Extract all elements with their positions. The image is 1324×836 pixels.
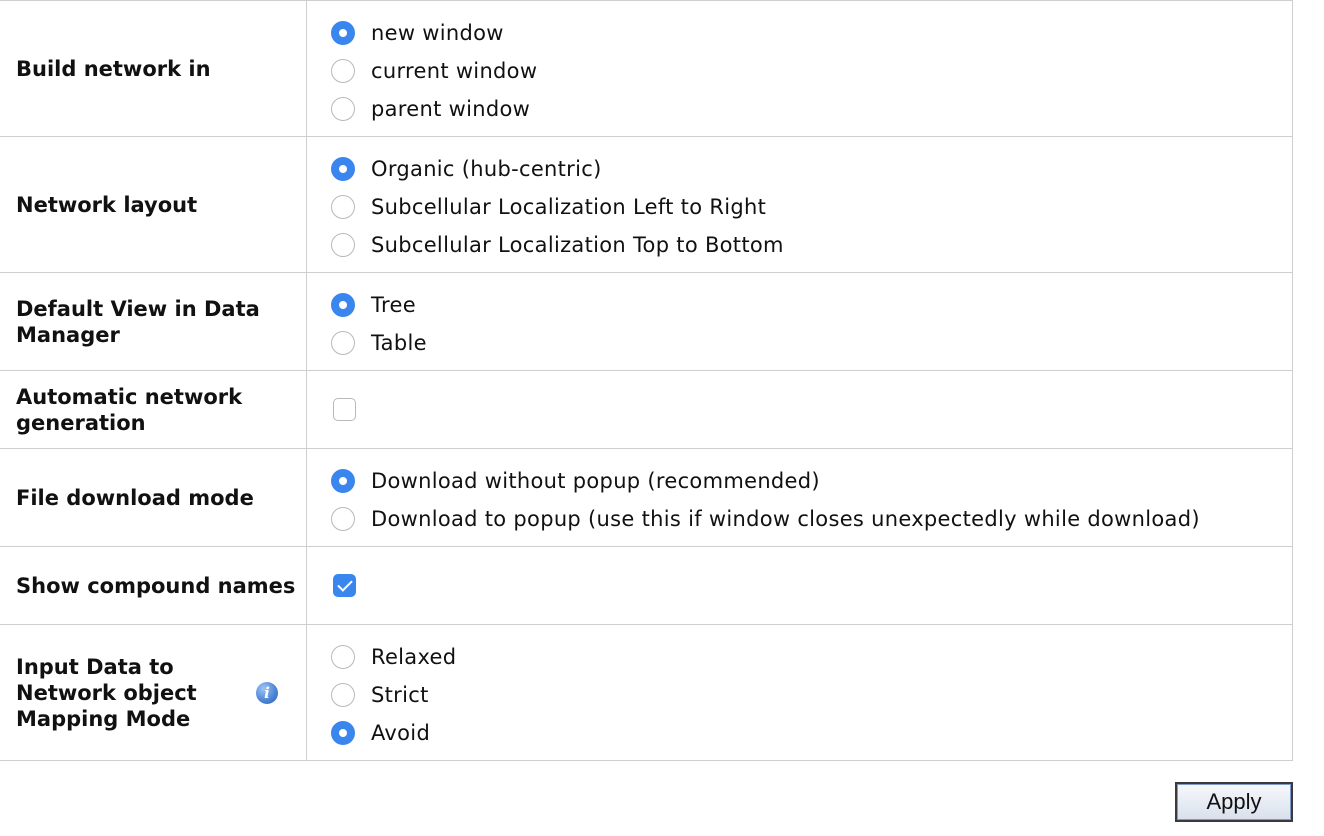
radio-organic[interactable] — [331, 156, 355, 181]
radio-current-window[interactable] — [331, 58, 355, 83]
mapping-mode-label: Input Data to Network object Mapping Mod… — [16, 654, 197, 731]
radio-new-window[interactable] — [331, 20, 355, 45]
option-avoid[interactable]: Avoid — [331, 714, 1292, 752]
build-network-in-options: new window current window parent window — [306, 0, 1293, 137]
apply-button[interactable]: Apply — [1175, 782, 1293, 822]
option-subcellular-top-bottom-label: Subcellular Localization Top to Bottom — [371, 232, 784, 257]
automatic-network-generation-label: Automatic network generation — [0, 370, 307, 449]
radio-download-to-popup[interactable] — [331, 506, 355, 531]
row-automatic-network-generation: Automatic network generation — [0, 370, 1293, 449]
option-table[interactable]: Table — [331, 324, 1292, 362]
option-table-label: Table — [371, 330, 427, 355]
option-new-window[interactable]: new window — [331, 14, 1292, 52]
row-network-layout: Network layout Organic (hub-centric) Sub… — [0, 136, 1293, 273]
row-file-download-mode: File download mode Download without popu… — [0, 448, 1293, 547]
option-tree[interactable]: Tree — [331, 286, 1292, 324]
row-mapping-mode: Input Data to Network object Mapping Mod… — [0, 624, 1293, 761]
show-compound-names-checkbox[interactable] — [333, 574, 356, 597]
build-network-in-label: Build network in — [0, 0, 307, 137]
option-avoid-label: Avoid — [371, 720, 431, 745]
radio-tree[interactable] — [331, 292, 355, 317]
option-current-window[interactable]: current window — [331, 52, 1292, 90]
option-relaxed-label: Relaxed — [371, 644, 457, 669]
network-layout-label: Network layout — [0, 136, 307, 273]
radio-download-without-popup[interactable] — [331, 468, 355, 493]
option-subcellular-left-right-label: Subcellular Localization Left to Right — [371, 194, 767, 219]
default-view-label: Default View in Data Manager — [0, 272, 307, 371]
automatic-network-generation-checkbox[interactable] — [333, 398, 356, 421]
settings-table: Build network in new window current wind… — [0, 0, 1293, 761]
option-new-window-label: new window — [371, 20, 504, 45]
row-build-network-in: Build network in new window current wind… — [0, 0, 1293, 137]
radio-strict[interactable] — [331, 682, 355, 707]
option-subcellular-top-bottom[interactable]: Subcellular Localization Top to Bottom — [331, 226, 1292, 264]
option-download-without-popup[interactable]: Download without popup (recommended) — [331, 462, 1292, 500]
network-layout-options: Organic (hub-centric) Subcellular Locali… — [306, 136, 1293, 273]
option-download-to-popup-label: Download to popup (use this if window cl… — [371, 506, 1200, 531]
option-strict[interactable]: Strict — [331, 676, 1292, 714]
radio-parent-window[interactable] — [331, 96, 355, 121]
show-compound-names-label: Show compound names — [0, 546, 307, 625]
option-download-without-popup-label: Download without popup (recommended) — [371, 468, 820, 493]
option-parent-window[interactable]: parent window — [331, 90, 1292, 128]
option-tree-label: Tree — [371, 292, 416, 317]
option-organic-label: Organic (hub-centric) — [371, 156, 602, 181]
option-parent-window-label: parent window — [371, 96, 531, 121]
radio-table[interactable] — [331, 330, 355, 355]
option-organic[interactable]: Organic (hub-centric) — [331, 150, 1292, 188]
automatic-network-generation-control — [306, 370, 1293, 449]
radio-subcellular-left-right[interactable] — [331, 194, 355, 219]
file-download-mode-label: File download mode — [0, 448, 307, 547]
radio-subcellular-top-bottom[interactable] — [331, 232, 355, 257]
option-download-to-popup[interactable]: Download to popup (use this if window cl… — [331, 500, 1292, 538]
show-compound-names-control — [306, 546, 1293, 625]
option-relaxed[interactable]: Relaxed — [331, 638, 1292, 676]
mapping-mode-options: Relaxed Strict Avoid — [306, 624, 1293, 761]
option-subcellular-left-right[interactable]: Subcellular Localization Left to Right — [331, 188, 1292, 226]
option-strict-label: Strict — [371, 682, 429, 707]
mapping-mode-label-cell: Input Data to Network object Mapping Mod… — [0, 624, 307, 761]
option-current-window-label: current window — [371, 58, 538, 83]
default-view-options: Tree Table — [306, 272, 1293, 371]
row-default-view: Default View in Data Manager Tree Table — [0, 272, 1293, 371]
row-show-compound-names: Show compound names — [0, 546, 1293, 625]
file-download-mode-options: Download without popup (recommended) Dow… — [306, 448, 1293, 547]
info-icon[interactable]: i — [256, 681, 278, 704]
radio-avoid[interactable] — [331, 720, 355, 745]
radio-relaxed[interactable] — [331, 644, 355, 669]
